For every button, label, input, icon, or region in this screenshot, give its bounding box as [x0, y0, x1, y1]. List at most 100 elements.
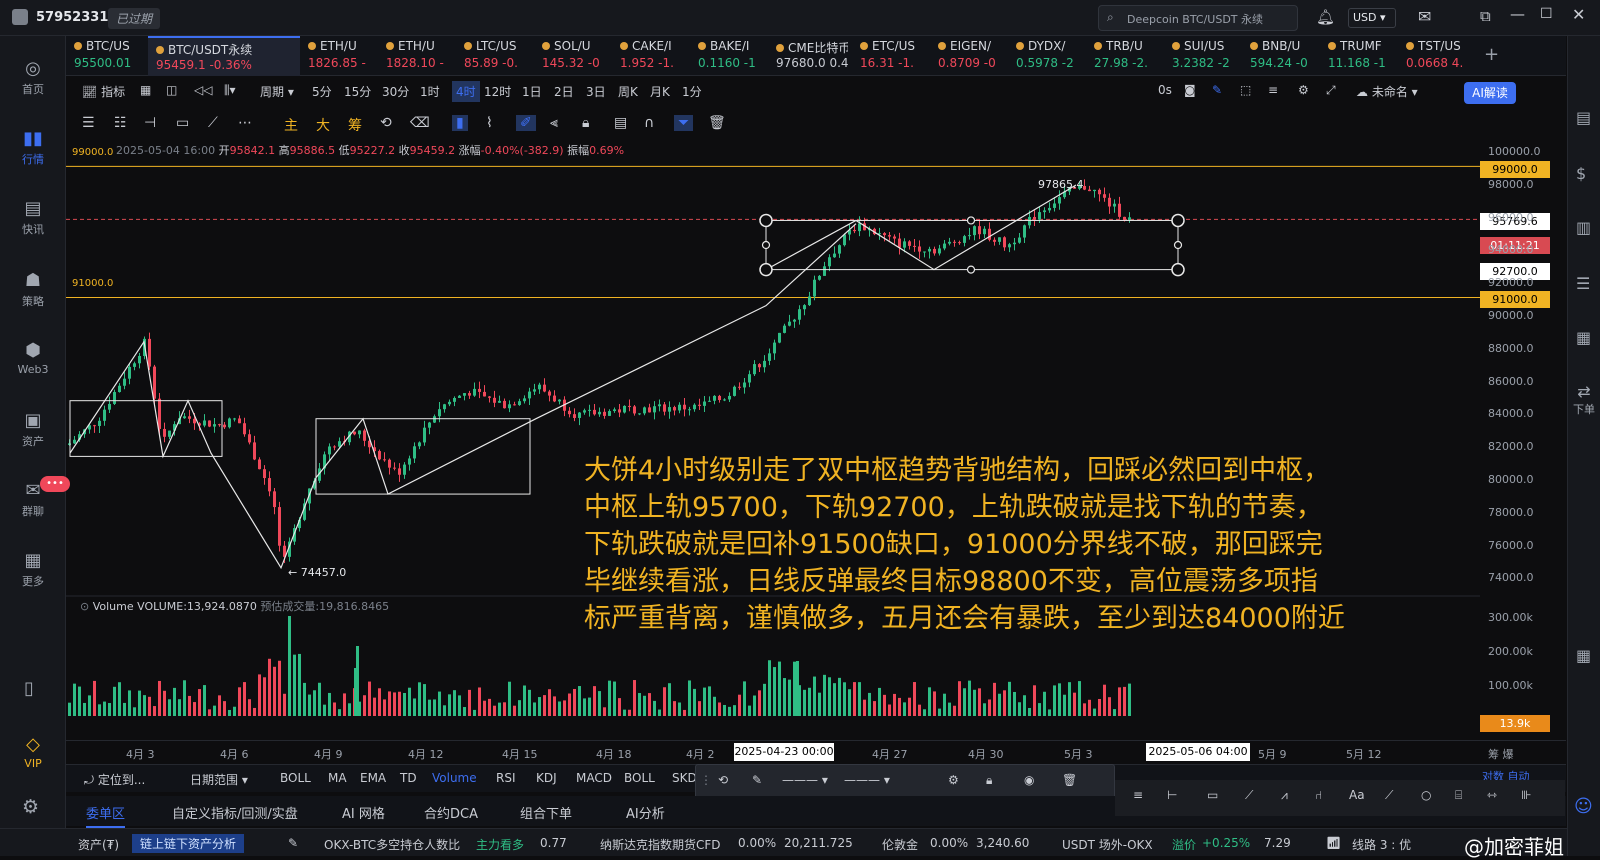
pattern-icon[interactable]: ⌸ — [1455, 788, 1462, 803]
minimize-icon[interactable]: — — [1510, 5, 1525, 23]
ticker-item[interactable]: TST/US 0.0668 4. — [1398, 36, 1476, 76]
panel-tab[interactable]: 自定义指标/回测/实盘 — [172, 803, 298, 822]
timeframe-tab[interactable]: 1分 — [682, 83, 702, 100]
mail-icon[interactable]: ✉ — [1418, 7, 1431, 26]
panel-tab[interactable]: 合约DCA — [424, 803, 478, 822]
timeframe-tab[interactable]: 12时 — [484, 83, 511, 100]
indicator-tab[interactable]: SKD — [672, 771, 697, 785]
price-axis[interactable]: 99000.0 95769.6 01:11:21 92700.0 91000.0… — [1480, 140, 1567, 740]
sidebar-item-home[interactable]: ◎ 首页 — [0, 58, 66, 97]
seconds-label[interactable]: 0s — [1158, 83, 1172, 97]
undo-icon[interactable]: ⟲ — [718, 773, 728, 787]
trash-icon[interactable]: 🗑︎ — [1062, 773, 1077, 787]
fib-icon[interactable]: ⑁ — [1315, 788, 1322, 802]
add-tab-icon[interactable]: + — [1484, 44, 1499, 65]
indicator-tab[interactable]: EMA — [360, 771, 386, 785]
calendar-icon[interactable]: ▦ — [140, 83, 151, 97]
axis-right-labels[interactable]: 筹 爆 — [1488, 746, 1514, 762]
ticker-item[interactable]: EIGEN/0.8709 -0 — [930, 36, 1008, 76]
hline-icon[interactable]: ⊣ — [144, 115, 156, 131]
gear-icon[interactable]: ⚙ — [1298, 83, 1309, 97]
ticker-item[interactable]: LTC/US 85.89 -0. — [456, 36, 534, 76]
ticker-item[interactable]: SOL/U 145.32 -0 — [534, 36, 612, 76]
sidebar-item-news[interactable]: ▤ 快讯 — [0, 198, 66, 237]
depth-icon[interactable]: ▦ — [1576, 328, 1591, 347]
rect-icon[interactable]: ▭ — [176, 115, 189, 131]
ruler-icon[interactable]: ⌇ — [486, 115, 493, 131]
menu-icon[interactable]: ☰ — [82, 115, 95, 131]
lock-icon[interactable]: 🔒︎ — [582, 115, 589, 131]
sync-icon[interactable]: ⟲ — [380, 115, 392, 131]
wave-icon[interactable]: ⩘ — [1281, 788, 1288, 803]
lock-icon[interactable]: 🔒︎ — [986, 773, 992, 788]
magnet-icon[interactable]: ∩ — [644, 115, 654, 131]
timeframe-tab[interactable]: 15分 — [344, 83, 371, 100]
line-style-select[interactable]: ——— ▾ — [782, 773, 828, 787]
fullscreen-icon[interactable]: ⤢ — [1326, 83, 1336, 98]
timeframe-tab[interactable]: 30分 — [382, 83, 409, 100]
indicator-tab[interactable]: Volume — [432, 771, 477, 785]
compare-icon[interactable]: ⫷ — [550, 115, 558, 131]
calendar-icon[interactable]: ▦ — [1576, 646, 1591, 665]
expand-icon[interactable]: ⬚ — [1240, 83, 1251, 97]
close-icon[interactable]: ✕ — [1572, 5, 1585, 24]
user-icon[interactable] — [12, 9, 28, 25]
timeframe-tab[interactable]: 1时 — [420, 83, 440, 100]
indicator-tab[interactable]: MACD — [576, 771, 612, 785]
indicator-tab[interactable]: RSI — [496, 771, 516, 785]
chart-area[interactable]: 2025-05-04 16:00 开95842.1 高95886.5 低9522… — [66, 140, 1480, 740]
eraser-icon[interactable]: ⌫ — [410, 115, 430, 131]
panel-tab[interactable]: 委单区 — [86, 803, 126, 828]
ticker-item[interactable]: TRB/U 27.98 -2. — [1086, 36, 1164, 76]
maximize-icon[interactable]: ☐ — [1540, 6, 1553, 22]
line-status[interactable]: 线路 3 : 优 — [1352, 836, 1411, 853]
ticker-item[interactable]: SUI/US 3.2382 -2 — [1164, 36, 1242, 76]
ticker-item[interactable]: CME比特币 97680.0 0.4 — [768, 36, 852, 76]
layout-icon[interactable]: ◫ — [166, 83, 177, 97]
timeframe-tab[interactable]: 2日 — [554, 83, 574, 100]
collapse-icon[interactable]: ⊙ — [80, 600, 89, 613]
ticker-item[interactable]: ETC/US 16.31 -1. — [852, 36, 930, 76]
price-chart[interactable] — [66, 140, 1480, 740]
search-box[interactable]: ⌕ Deepcoin BTC/USDT 永续 — [1098, 5, 1298, 31]
timeframe-tab[interactable]: 周K — [618, 83, 638, 100]
pen-icon[interactable]: ✎ — [1212, 83, 1222, 97]
rect-icon[interactable]: ▭ — [1207, 788, 1218, 802]
indicator-tab[interactable]: MA — [328, 771, 347, 785]
drag-handle[interactable]: ⋮ — [700, 773, 712, 787]
text-icon[interactable]: Aa — [1349, 788, 1365, 802]
timeframe-tab[interactable]: 3日 — [586, 83, 606, 100]
dollar-icon[interactable]: $ — [1576, 164, 1586, 183]
hline-icon[interactable]: ≡ — [1133, 788, 1143, 802]
currency-select[interactable]: USD ▾ — [1348, 8, 1396, 28]
timeframe-tab[interactable]: 1日 — [522, 83, 542, 100]
filter-icon[interactable]: ⏷ — [674, 115, 694, 131]
indicator-tab[interactable]: BOLL — [280, 771, 311, 785]
candle-type-icon[interactable]: ⫼▾ — [224, 83, 236, 98]
panel-tab[interactable]: 组合下单 — [520, 803, 572, 822]
popout-icon[interactable]: ⧉ — [1480, 7, 1491, 25]
main-button[interactable]: 主 — [284, 115, 298, 135]
grid-lines-icon[interactable]: ≡ — [1268, 83, 1278, 97]
circle-icon[interactable]: ○ — [1421, 788, 1431, 802]
order-button[interactable]: ⇄ 下单 — [1570, 382, 1598, 417]
chips-button[interactable]: 筹 — [348, 115, 362, 135]
settings-icon[interactable]: ⚙ — [948, 773, 959, 787]
ticker-item[interactable]: ETH/U 1826.85 - — [300, 36, 378, 76]
ticker-item[interactable]: BAKE/I 0.1160 -1 — [690, 36, 768, 76]
user-id[interactable]: 57952331 — [36, 10, 108, 25]
trash-icon[interactable]: 🗑︎ — [708, 115, 726, 131]
edit-icon[interactable]: ✎ — [288, 836, 298, 850]
timeframe-tab[interactable]: 4时 — [452, 81, 480, 102]
cloud-select[interactable]: ☁ 未命名 ▾ — [1356, 83, 1418, 100]
draw-icon[interactable]: ✐ — [516, 115, 536, 131]
replay-icon[interactable]: ◁◁ — [194, 83, 212, 97]
sidebar-item-web3[interactable]: ⬢ Web3 — [0, 340, 66, 376]
timeframe-tab[interactable]: 5分 — [312, 83, 332, 100]
sidebar-item-vip[interactable]: ◇ VIP — [0, 734, 66, 770]
period-select[interactable]: 周期 ▾ — [260, 83, 294, 100]
phone-icon[interactable]: ▯ — [24, 678, 34, 699]
panel-tab[interactable]: AI分析 — [626, 803, 665, 822]
bookmark-icon[interactable]: ▮ — [452, 115, 468, 131]
more-icon[interactable]: ⋯ — [238, 115, 252, 131]
